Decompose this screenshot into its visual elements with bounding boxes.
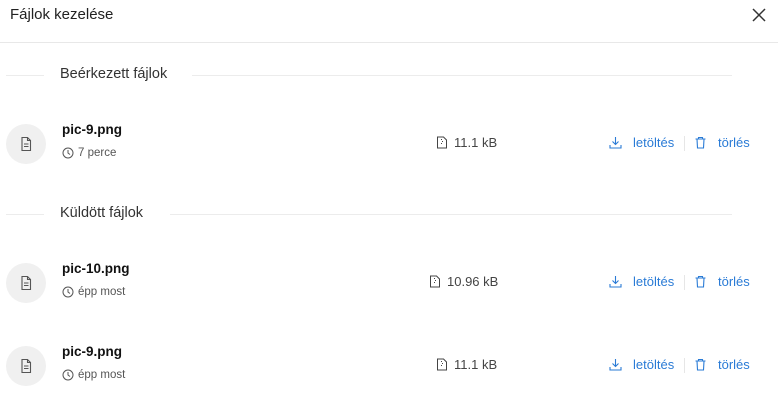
file-name: pic-10.png bbox=[62, 261, 130, 276]
download-button[interactable]: letöltés bbox=[609, 274, 674, 289]
file-row: pic-9.png épp most 11.1 kB letöltés törl… bbox=[0, 344, 778, 390]
clock-icon bbox=[62, 369, 74, 381]
section-label: Küldött fájlok bbox=[60, 205, 144, 221]
file-name: pic-9.png bbox=[62, 122, 122, 137]
file-row: pic-9.png 7 perce 11.1 kB letöltés törlé… bbox=[0, 122, 778, 168]
download-icon bbox=[609, 359, 622, 371]
download-button[interactable]: letöltés bbox=[609, 357, 674, 372]
delete-label: törlés bbox=[718, 135, 750, 150]
file-type-badge bbox=[6, 124, 46, 164]
delete-label: törlés bbox=[718, 357, 750, 372]
download-icon bbox=[609, 276, 622, 288]
file-time-label: épp most bbox=[78, 369, 126, 381]
document-icon bbox=[21, 358, 32, 374]
divider bbox=[6, 214, 44, 215]
file-time-label: 7 perce bbox=[78, 147, 117, 159]
download-icon bbox=[609, 137, 622, 149]
trash-icon bbox=[695, 136, 706, 149]
file-size: 10.96 kB bbox=[429, 274, 498, 289]
file-timestamp: épp most bbox=[62, 286, 125, 298]
download-label: letöltés bbox=[633, 135, 675, 150]
download-label: letöltés bbox=[633, 274, 675, 289]
document-icon bbox=[21, 275, 32, 291]
clock-icon bbox=[62, 147, 74, 159]
file-size-label: 11.1 kB bbox=[454, 357, 498, 372]
trash-icon bbox=[695, 358, 706, 371]
close-icon bbox=[752, 8, 766, 22]
document-icon bbox=[21, 136, 32, 152]
file-timestamp: 7 perce bbox=[62, 147, 116, 159]
action-separator bbox=[684, 136, 685, 151]
file-zip-icon bbox=[437, 358, 447, 371]
file-time-label: épp most bbox=[78, 286, 126, 298]
file-type-badge bbox=[6, 346, 46, 386]
file-size-label: 10.96 kB bbox=[447, 274, 499, 289]
file-timestamp: épp most bbox=[62, 369, 125, 381]
file-size: 11.1 kB bbox=[436, 135, 497, 150]
file-name: pic-9.png bbox=[62, 344, 122, 359]
section-label: Beérkezett fájlok bbox=[60, 66, 168, 82]
divider bbox=[6, 75, 44, 76]
clock-icon bbox=[62, 286, 74, 298]
close-button[interactable] bbox=[750, 6, 768, 24]
download-label: letöltés bbox=[633, 357, 675, 372]
trash-icon bbox=[695, 275, 706, 288]
file-row: pic-10.png épp most 10.96 kB letöltés tö… bbox=[0, 261, 778, 307]
dialog-title: Fájlok kezelése bbox=[10, 6, 114, 23]
divider bbox=[170, 214, 732, 215]
dialog-header: Fájlok kezelése bbox=[0, 0, 778, 43]
action-separator bbox=[684, 358, 685, 373]
file-zip-icon bbox=[437, 136, 447, 149]
divider bbox=[192, 75, 732, 76]
delete-label: törlés bbox=[718, 274, 750, 289]
action-separator bbox=[684, 275, 685, 290]
file-size-label: 11.1 kB bbox=[454, 135, 498, 150]
delete-button[interactable]: törlés bbox=[694, 274, 750, 289]
download-button[interactable]: letöltés bbox=[609, 135, 674, 150]
file-zip-icon bbox=[430, 275, 440, 288]
section-sent-header: Küldött fájlok bbox=[6, 204, 732, 224]
delete-button[interactable]: törlés bbox=[694, 135, 750, 150]
file-type-badge bbox=[6, 263, 46, 303]
delete-button[interactable]: törlés bbox=[694, 357, 750, 372]
section-received-header: Beérkezett fájlok bbox=[6, 65, 732, 85]
file-size: 11.1 kB bbox=[436, 357, 497, 372]
